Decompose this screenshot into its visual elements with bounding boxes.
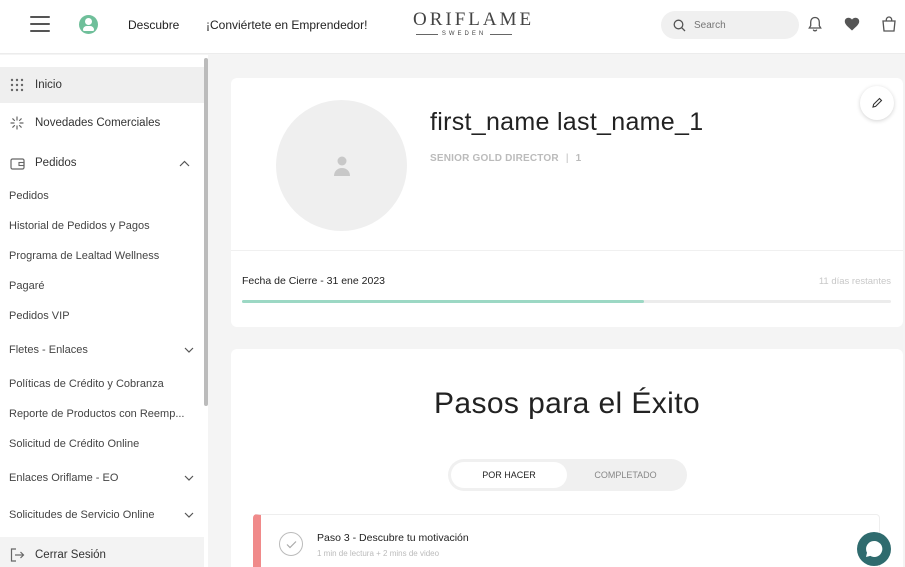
person-icon: [333, 156, 350, 176]
sidebar-sub-fletes[interactable]: Fletes - Enlaces: [9, 344, 194, 356]
sidebar-sub-politicas[interactable]: Políticas de Crédito y Cobranza: [9, 378, 194, 390]
profile-name: first_name last_name_1: [430, 108, 704, 136]
sidebar-sub-pedidos-vip[interactable]: Pedidos VIP: [9, 310, 194, 322]
sidebar-sub-solicitud-credito[interactable]: Solicitud de Crédito Online: [9, 438, 194, 450]
step-item[interactable]: Paso 3 - Descubre tu motivación 1 min de…: [253, 514, 880, 567]
logo-sub-label: SWEDEN: [441, 31, 487, 37]
chat-icon: [866, 540, 883, 557]
chevron-down-icon: [184, 475, 194, 481]
top-header: Descubre ¡Conviértete en Emprendedor! OR…: [0, 0, 905, 54]
step-title: Paso 3 - Descubre tu motivación: [317, 532, 469, 544]
sidebar-scrollbar[interactable]: [204, 58, 208, 406]
search-box[interactable]: [661, 11, 799, 39]
sidebar-sub-enlaces-eo[interactable]: Enlaces Oriflame - EO: [9, 472, 194, 484]
nav-entrepreneur-link[interactable]: ¡Conviértete en Emprendedor!: [206, 18, 367, 32]
avatar[interactable]: [276, 100, 407, 231]
logo-text: ORIFLAME: [413, 9, 535, 30]
sidebar-item-novedades[interactable]: Novedades Comerciales: [0, 105, 204, 141]
sidebar-item-inicio[interactable]: Inicio: [0, 67, 204, 103]
sidebar-label-inicio: Inicio: [35, 79, 62, 91]
closing-progress-bar: [242, 300, 891, 303]
nav-discover-link[interactable]: Descubre: [128, 18, 179, 32]
card-divider: [231, 250, 903, 251]
sidebar-label-cerrar-sesion: Cerrar Sesión: [35, 549, 106, 561]
sidebar-label-novedades: Novedades Comerciales: [35, 117, 161, 129]
closing-progress-fill: [242, 300, 645, 303]
bag-icon[interactable]: [880, 15, 898, 33]
days-remaining: 11 días restantes: [818, 276, 891, 287]
wallet-icon: [9, 155, 25, 171]
grid-dots-icon: [9, 77, 25, 93]
tab-por-hacer[interactable]: POR HACER: [451, 462, 567, 488]
oriflame-logo[interactable]: ORIFLAME SWEDEN: [413, 9, 535, 38]
sidebar: Inicio Novedades Comerciales Pedidos Ped…: [0, 55, 208, 567]
closing-date: Fecha de Cierre - 31 ene 2023: [242, 275, 386, 287]
search-icon: [673, 19, 686, 31]
chevron-down-icon: [184, 347, 194, 353]
sidebar-sub-historial[interactable]: Historial de Pedidos y Pagos: [9, 220, 194, 232]
sidebar-label-fletes: Fletes - Enlaces: [9, 344, 88, 356]
heart-icon[interactable]: [843, 15, 861, 33]
logout-icon: [9, 547, 25, 563]
rank-separator: |: [565, 153, 569, 164]
edit-profile-button[interactable]: [860, 86, 894, 120]
sidebar-label-enlaces-eo: Enlaces Oriflame - EO: [9, 472, 119, 484]
pencil-icon: [872, 97, 883, 108]
user-icon[interactable]: [79, 15, 98, 34]
sidebar-item-pedidos-group[interactable]: Pedidos: [0, 145, 204, 181]
steps-toggle: POR HACER COMPLETADO: [448, 459, 687, 491]
step-meta: 1 min de lectura + 2 mins de video: [317, 549, 440, 558]
sidebar-label-pedidos-group: Pedidos: [35, 157, 77, 169]
sidebar-sub-lealtad[interactable]: Programa de Lealtad Wellness: [9, 250, 194, 262]
sidebar-sub-pagare[interactable]: Pagaré: [9, 280, 194, 292]
steps-title: Pasos para el Éxito: [433, 387, 701, 420]
check-circle-icon[interactable]: [279, 532, 303, 556]
sidebar-item-cerrar-sesion[interactable]: Cerrar Sesión: [0, 537, 204, 567]
rank-title: SENIOR GOLD DIRECTOR: [430, 153, 559, 164]
rank-level: 1: [575, 153, 582, 164]
bell-icon[interactable]: [806, 15, 824, 33]
sidebar-label-solicitudes-servicio: Solicitudes de Servicio Online: [9, 509, 155, 521]
chevron-down-icon: [184, 512, 194, 518]
sidebar-sub-pedidos[interactable]: Pedidos: [9, 190, 194, 202]
chevron-up-icon: [179, 160, 190, 166]
sidebar-sub-solicitudes-servicio[interactable]: Solicitudes de Servicio Online: [9, 509, 194, 521]
profile-card: first_name last_name_1 SENIOR GOLD DIREC…: [231, 78, 903, 327]
menu-icon[interactable]: [30, 16, 50, 32]
steps-card: Pasos para el Éxito POR HACER COMPLETADO…: [231, 349, 903, 567]
search-input[interactable]: [694, 19, 794, 31]
profile-rank: SENIOR GOLD DIRECTOR | 1: [430, 153, 581, 164]
tab-completado[interactable]: COMPLETADO: [567, 462, 684, 488]
sidebar-sub-reporte[interactable]: Reporte de Productos con Reemp...: [9, 408, 194, 420]
logo-subtext: SWEDEN: [413, 31, 515, 37]
chat-button[interactable]: [857, 532, 891, 566]
sparkle-icon: [9, 115, 25, 131]
